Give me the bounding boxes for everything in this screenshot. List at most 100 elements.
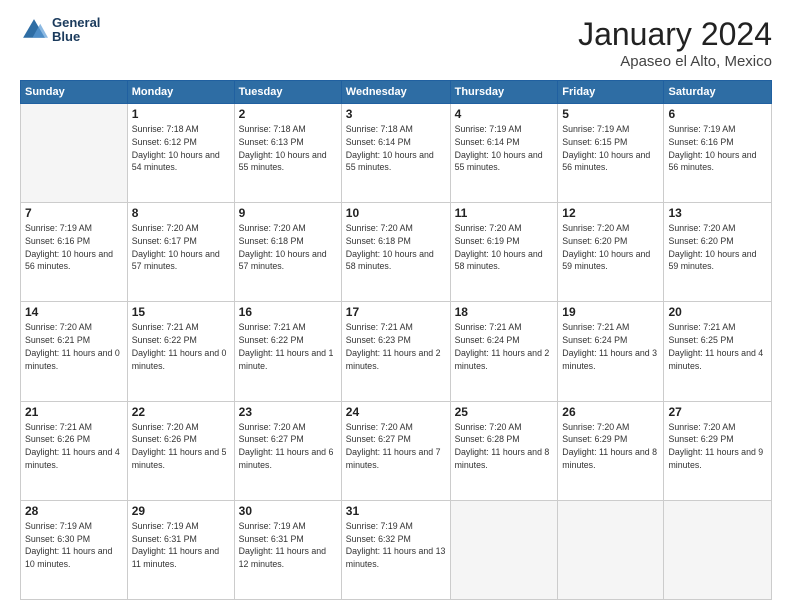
day-cell: 23Sunrise: 7:20 AMSunset: 6:27 PMDayligh… bbox=[234, 401, 341, 500]
day-number: 1 bbox=[132, 107, 230, 121]
day-info: Sunrise: 7:20 AMSunset: 6:20 PMDaylight:… bbox=[562, 222, 659, 273]
logo-line2: Blue bbox=[52, 30, 100, 44]
day-cell: 4 Sunrise: 7:19 AMSunset: 6:14 PMDaylight… bbox=[450, 104, 558, 203]
day-info: Sunrise: 7:19 AMSunset: 6:16 PMDaylight:… bbox=[668, 123, 767, 174]
weekday-saturday: Saturday bbox=[664, 81, 772, 104]
day-info: Sunrise: 7:20 AMSunset: 6:19 PMDaylight:… bbox=[455, 222, 554, 273]
day-info: Sunrise: 7:20 AMSunset: 6:28 PMDaylight:… bbox=[455, 421, 554, 472]
day-info: Sunrise: 7:20 AMSunset: 6:20 PMDaylight:… bbox=[668, 222, 767, 273]
logo: General Blue bbox=[20, 16, 100, 45]
day-cell: 25 Sunrise: 7:20 AMSunset: 6:28 PMDayligh… bbox=[450, 401, 558, 500]
day-number: 15 bbox=[132, 305, 230, 319]
day-number: 31 bbox=[346, 504, 446, 518]
title-block: January 2024 Apaseo el Alto, Mexico bbox=[578, 16, 772, 70]
day-number: 20 bbox=[668, 305, 767, 319]
day-number: 6 bbox=[668, 107, 767, 121]
day-info: Sunrise: 7:20 AMSunset: 6:29 PMDaylight:… bbox=[562, 421, 659, 472]
month-title: January 2024 bbox=[578, 16, 772, 53]
day-number: 27 bbox=[668, 405, 767, 419]
day-number: 19 bbox=[562, 305, 659, 319]
week-row-5: 28 Sunrise: 7:19 AMSunset: 6:30 PMDayligh… bbox=[21, 500, 772, 599]
logo-text: General Blue bbox=[52, 16, 100, 45]
calendar: SundayMondayTuesdayWednesdayThursdayFrid… bbox=[20, 80, 772, 600]
day-cell: 2 Sunrise: 7:18 AMSunset: 6:13 PMDaylight… bbox=[234, 104, 341, 203]
logo-icon bbox=[20, 16, 48, 44]
day-number: 4 bbox=[455, 107, 554, 121]
day-cell: 20 Sunrise: 7:21 AMSunset: 6:25 PMDayligh… bbox=[664, 302, 772, 401]
day-number: 24 bbox=[346, 405, 446, 419]
day-number: 17 bbox=[346, 305, 446, 319]
day-number: 30 bbox=[239, 504, 337, 518]
day-number: 13 bbox=[668, 206, 767, 220]
day-cell bbox=[450, 500, 558, 599]
weekday-sunday: Sunday bbox=[21, 81, 128, 104]
day-cell: 13 Sunrise: 7:20 AMSunset: 6:20 PMDayligh… bbox=[664, 203, 772, 302]
day-number: 18 bbox=[455, 305, 554, 319]
day-info: Sunrise: 7:20 AMSunset: 6:21 PMDaylight:… bbox=[25, 321, 123, 372]
day-info: Sunrise: 7:21 AMSunset: 6:24 PMDaylight:… bbox=[562, 321, 659, 372]
day-info: Sunrise: 7:21 AMSunset: 6:23 PMDaylight:… bbox=[346, 321, 446, 372]
weekday-friday: Friday bbox=[558, 81, 664, 104]
day-cell: 6 Sunrise: 7:19 AMSunset: 6:16 PMDaylight… bbox=[664, 104, 772, 203]
day-number: 29 bbox=[132, 504, 230, 518]
day-info: Sunrise: 7:20 AMSunset: 6:27 PMDaylight:… bbox=[346, 421, 446, 472]
day-cell: 24 Sunrise: 7:20 AMSunset: 6:27 PMDayligh… bbox=[341, 401, 450, 500]
day-info: Sunrise: 7:20 AMSunset: 6:27 PMDaylight:… bbox=[239, 421, 337, 472]
day-number: 7 bbox=[25, 206, 123, 220]
weekday-monday: Monday bbox=[127, 81, 234, 104]
day-info: Sunrise: 7:21 AMSunset: 6:25 PMDaylight:… bbox=[668, 321, 767, 372]
day-cell: 30 Sunrise: 7:19 AMSunset: 6:31 PMDayligh… bbox=[234, 500, 341, 599]
page: General Blue January 2024 Apaseo el Alto… bbox=[0, 0, 792, 612]
day-cell: 7Sunrise: 7:19 AMSunset: 6:16 PMDaylight… bbox=[21, 203, 128, 302]
day-cell: 21Sunrise: 7:21 AMSunset: 6:26 PMDayligh… bbox=[21, 401, 128, 500]
day-info: Sunrise: 7:21 AMSunset: 6:22 PMDaylight:… bbox=[132, 321, 230, 372]
day-cell: 15 Sunrise: 7:21 AMSunset: 6:22 PMDayligh… bbox=[127, 302, 234, 401]
day-cell bbox=[21, 104, 128, 203]
header: General Blue January 2024 Apaseo el Alto… bbox=[20, 16, 772, 70]
day-info: Sunrise: 7:20 AMSunset: 6:26 PMDaylight:… bbox=[132, 421, 230, 472]
day-number: 10 bbox=[346, 206, 446, 220]
day-number: 25 bbox=[455, 405, 554, 419]
day-cell: 16 Sunrise: 7:21 AMSunset: 6:22 PMDayligh… bbox=[234, 302, 341, 401]
day-cell: 19 Sunrise: 7:21 AMSunset: 6:24 PMDayligh… bbox=[558, 302, 664, 401]
day-number: 21 bbox=[25, 405, 123, 419]
day-cell: 3Sunrise: 7:18 AMSunset: 6:14 PMDaylight… bbox=[341, 104, 450, 203]
weekday-header-row: SundayMondayTuesdayWednesdayThursdayFrid… bbox=[21, 81, 772, 104]
day-info: Sunrise: 7:19 AMSunset: 6:31 PMDaylight:… bbox=[239, 520, 337, 571]
day-number: 28 bbox=[25, 504, 123, 518]
day-number: 12 bbox=[562, 206, 659, 220]
day-info: Sunrise: 7:19 AMSunset: 6:30 PMDaylight:… bbox=[25, 520, 123, 571]
logo-line1: General bbox=[52, 16, 100, 30]
week-row-2: 7Sunrise: 7:19 AMSunset: 6:16 PMDaylight… bbox=[21, 203, 772, 302]
day-cell: 11 Sunrise: 7:20 AMSunset: 6:19 PMDayligh… bbox=[450, 203, 558, 302]
day-info: Sunrise: 7:19 AMSunset: 6:14 PMDaylight:… bbox=[455, 123, 554, 174]
week-row-4: 21Sunrise: 7:21 AMSunset: 6:26 PMDayligh… bbox=[21, 401, 772, 500]
day-cell: 18Sunrise: 7:21 AMSunset: 6:24 PMDayligh… bbox=[450, 302, 558, 401]
day-number: 16 bbox=[239, 305, 337, 319]
day-info: Sunrise: 7:20 AMSunset: 6:29 PMDaylight:… bbox=[668, 421, 767, 472]
day-info: Sunrise: 7:18 AMSunset: 6:13 PMDaylight:… bbox=[239, 123, 337, 174]
day-number: 11 bbox=[455, 206, 554, 220]
day-number: 2 bbox=[239, 107, 337, 121]
day-number: 9 bbox=[239, 206, 337, 220]
weekday-thursday: Thursday bbox=[450, 81, 558, 104]
day-cell: 27 Sunrise: 7:20 AMSunset: 6:29 PMDayligh… bbox=[664, 401, 772, 500]
weekday-tuesday: Tuesday bbox=[234, 81, 341, 104]
day-cell: 22Sunrise: 7:20 AMSunset: 6:26 PMDayligh… bbox=[127, 401, 234, 500]
day-cell: 9 Sunrise: 7:20 AMSunset: 6:18 PMDaylight… bbox=[234, 203, 341, 302]
day-info: Sunrise: 7:21 AMSunset: 6:22 PMDaylight:… bbox=[239, 321, 337, 372]
day-cell: 28 Sunrise: 7:19 AMSunset: 6:30 PMDayligh… bbox=[21, 500, 128, 599]
day-cell: 31 Sunrise: 7:19 AMSunset: 6:32 PMDayligh… bbox=[341, 500, 450, 599]
day-cell: 26 Sunrise: 7:20 AMSunset: 6:29 PMDayligh… bbox=[558, 401, 664, 500]
day-info: Sunrise: 7:18 AMSunset: 6:12 PMDaylight:… bbox=[132, 123, 230, 174]
day-cell: 1 Sunrise: 7:18 AMSunset: 6:12 PMDaylight… bbox=[127, 104, 234, 203]
day-info: Sunrise: 7:19 AMSunset: 6:31 PMDaylight:… bbox=[132, 520, 230, 571]
day-cell: 12 Sunrise: 7:20 AMSunset: 6:20 PMDayligh… bbox=[558, 203, 664, 302]
day-info: Sunrise: 7:19 AMSunset: 6:32 PMDaylight:… bbox=[346, 520, 446, 571]
day-number: 26 bbox=[562, 405, 659, 419]
week-row-3: 14Sunrise: 7:20 AMSunset: 6:21 PMDayligh… bbox=[21, 302, 772, 401]
day-cell: 10Sunrise: 7:20 AMSunset: 6:18 PMDayligh… bbox=[341, 203, 450, 302]
day-info: Sunrise: 7:20 AMSunset: 6:18 PMDaylight:… bbox=[239, 222, 337, 273]
day-number: 8 bbox=[132, 206, 230, 220]
location-title: Apaseo el Alto, Mexico bbox=[578, 53, 772, 70]
